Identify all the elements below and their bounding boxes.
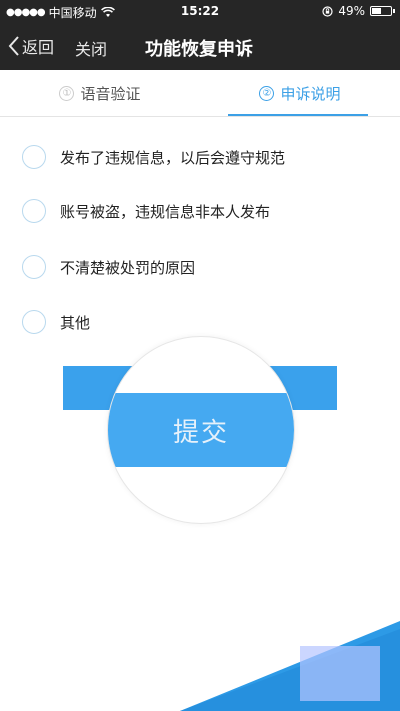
- option-violation-info[interactable]: 发布了违规信息，以后会遵守规范: [22, 142, 285, 172]
- step-tabs: ① 语音验证 ② 申诉说明: [0, 70, 400, 117]
- step-number: ①: [59, 85, 75, 101]
- submit-button[interactable]: 提交: [108, 393, 294, 467]
- tab-voice-verification[interactable]: ① 语音验证: [0, 70, 200, 116]
- close-button[interactable]: 关闭: [75, 36, 107, 60]
- corner-decoration: [180, 621, 400, 711]
- rotation-lock-icon: [322, 5, 333, 17]
- option-label: 发布了违规信息，以后会遵守规范: [60, 148, 286, 167]
- option-label: 其他: [60, 313, 91, 332]
- tab-label: 语音验证: [80, 84, 141, 103]
- radio-button[interactable]: [22, 255, 46, 279]
- active-tab-indicator: [228, 114, 368, 116]
- back-label: 返回: [22, 38, 55, 57]
- page-title: 功能恢复申诉: [145, 39, 253, 60]
- option-unknown-reason[interactable]: 不清楚被处罚的原因: [22, 252, 195, 282]
- battery-icon: [370, 6, 395, 16]
- option-account-stolen[interactable]: 账号被盗，违规信息非本人发布: [22, 196, 270, 226]
- radio-button[interactable]: [22, 145, 46, 169]
- battery-fill: [372, 8, 381, 14]
- tab-label: 申诉说明: [280, 84, 341, 103]
- battery-percent: 49%: [338, 4, 365, 18]
- status-right: 49%: [322, 4, 395, 18]
- magnifier-highlight: 提交: [107, 336, 295, 524]
- tab-appeal-description[interactable]: ② 申诉说明: [200, 70, 400, 116]
- radio-button[interactable]: [22, 199, 46, 223]
- nav-bar: 返回 关闭 功能恢复申诉: [0, 24, 400, 70]
- status-bar: ●●●●● 中国移动 15:22 49%: [0, 0, 400, 24]
- back-button[interactable]: 返回: [8, 34, 54, 58]
- option-other[interactable]: 其他: [22, 307, 90, 337]
- step-number: ②: [259, 85, 275, 101]
- option-label: 账号被盗，违规信息非本人发布: [60, 202, 271, 221]
- option-label: 不清楚被处罚的原因: [60, 258, 196, 277]
- chevron-left-icon: [8, 36, 19, 56]
- radio-button[interactable]: [22, 310, 46, 334]
